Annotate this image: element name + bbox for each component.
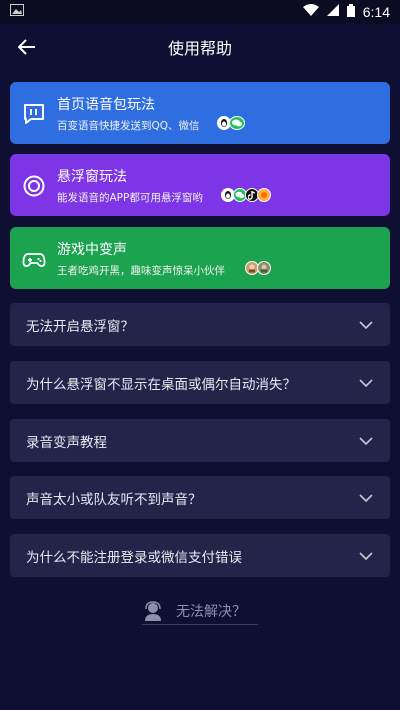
card-title: 悬浮窗玩法 [57,169,127,185]
chevron-down-icon [359,436,373,445]
cannot-resolve-label: 无法解决？ [176,604,246,620]
faq-question: 为什么不能注册登录或微信支付错误 [26,549,242,566]
faq-item[interactable]: 为什么悬浮窗不显示在桌面或偶尔自动消失？ [10,361,390,404]
clock: 6:14 [362,4,390,20]
chevron-down-icon [359,378,373,387]
chevron-down-icon [359,320,373,329]
faq-item[interactable]: 无法开启悬浮窗？ [10,303,390,346]
faq-question: 声音太小或队友听不到声音？ [26,491,202,508]
card-floating-window[interactable]: 悬浮窗玩法 能发语音的APP都可用悬浮窗哟 [10,154,390,216]
gamepad-icon [22,247,46,271]
customer-service-icon [145,601,161,621]
card-voice-pack[interactable]: 首页语音包玩法 百变语音快捷发送到QQ、微信 [10,82,390,144]
card-subtitle: 王者吃鸡开黑，趣味变声惊呆小伙伴 [57,265,225,277]
wechat-icon [229,116,245,130]
faq-question: 录音变声教程 [26,434,107,451]
chat-bubble-icon [22,102,46,126]
floating-circle-icon [22,174,46,198]
page-title: 使用帮助 [167,39,232,58]
game-avatar-icon [257,261,271,275]
faq-question: 为什么悬浮窗不显示在桌面或偶尔自动消失？ [26,376,296,393]
faq-item[interactable]: 为什么不能注册登录或微信支付错误 [10,534,390,577]
app-avatar-icon [257,188,271,202]
chevron-down-icon [359,551,373,560]
app-icons [217,116,245,130]
battery-icon [346,3,355,21]
card-title: 游戏中变声 [57,242,127,258]
header: 使用帮助 [0,24,400,70]
card-subtitle: 百变语音快捷发送到QQ、微信 [57,120,200,132]
back-button[interactable] [14,34,40,60]
card-subtitle: 能发语音的APP都可用悬浮窗哟 [57,192,203,204]
app-icons [221,188,271,202]
faq-item[interactable]: 录音变声教程 [10,419,390,462]
arrow-left-icon [18,39,35,55]
faq-question: 无法开启悬浮窗？ [26,318,134,335]
game-icons [245,261,271,275]
wifi-icon [302,4,319,20]
status-bar: 6:14 [0,0,400,24]
card-title: 首页语音包玩法 [57,97,155,113]
card-game-voice-change[interactable]: 游戏中变声 王者吃鸡开黑，趣味变声惊呆小伙伴 [10,227,390,289]
cannot-resolve-link[interactable]: 无法解决？ [142,598,258,625]
gallery-notification-icon [10,4,24,20]
chevron-down-icon [359,493,373,502]
signal-icon [326,4,339,20]
faq-item[interactable]: 声音太小或队友听不到声音？ [10,476,390,519]
